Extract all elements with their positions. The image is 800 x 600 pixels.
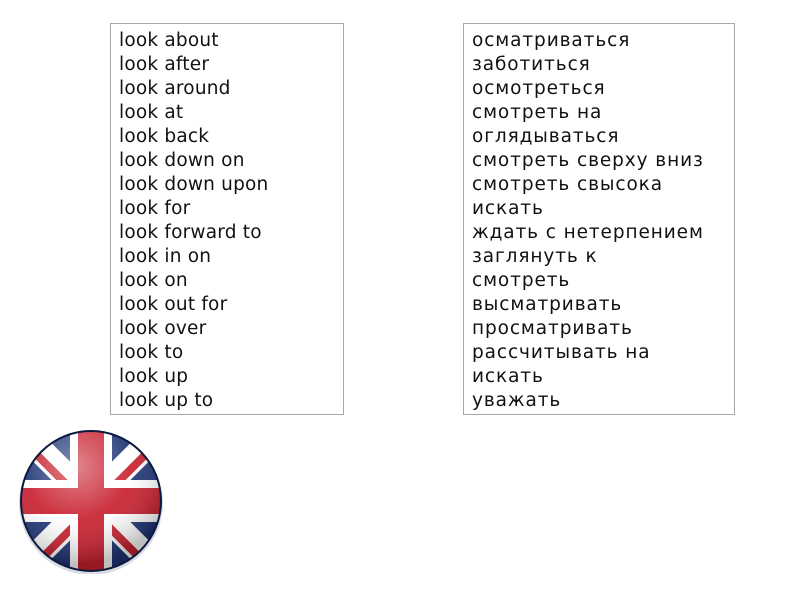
phrase-item: look back (119, 126, 210, 147)
translation-item: заглянуть к (472, 246, 598, 267)
phrase-item: look down upon (119, 174, 269, 195)
translation-item: смотреть сверху вниз (472, 150, 704, 171)
translation-item: заботиться (472, 54, 591, 75)
phrase-item: look down on (119, 150, 245, 171)
phrase-item: look at (119, 102, 184, 123)
translation-item: смотреть на (472, 102, 603, 123)
translation-item: смотреть (472, 270, 571, 291)
english-phrasal-verbs-list: look about look after look around look at lo… (110, 23, 344, 415)
phrase-item: look to (119, 342, 184, 363)
translation-item: ждать с нетерпением (472, 222, 704, 243)
translation-item: рассчитывать на (472, 342, 651, 363)
translation-item: просматривать (472, 318, 633, 339)
uk-flag-icon (19, 430, 163, 574)
translation-item: искать (472, 198, 544, 219)
phrase-item: look up (119, 366, 189, 387)
translation-item: осмотреться (472, 78, 606, 99)
translation-item: высматривать (472, 294, 623, 315)
phrase-item: look in on (119, 246, 212, 267)
russian-translations-list: осматриваться заботиться осмотреться смотре… (463, 23, 735, 415)
translation-item: искать (472, 366, 544, 387)
phrase-item: look on (119, 270, 188, 291)
translation-item: уважать (472, 390, 562, 411)
phrase-item: look forward to (119, 222, 262, 243)
phrase-item: look up to (119, 390, 214, 411)
phrase-item: look for (119, 198, 191, 219)
translation-item: смотреть свысока (472, 174, 663, 195)
phrase-item: look around (119, 78, 231, 99)
phrase-item: look about (119, 30, 219, 51)
translation-item: оглядываться (472, 126, 620, 147)
phrase-item: look out for (119, 294, 228, 315)
translation-item: осматриваться (472, 30, 631, 51)
phrase-item: look after (119, 54, 210, 75)
phrase-item: look over (119, 318, 207, 339)
